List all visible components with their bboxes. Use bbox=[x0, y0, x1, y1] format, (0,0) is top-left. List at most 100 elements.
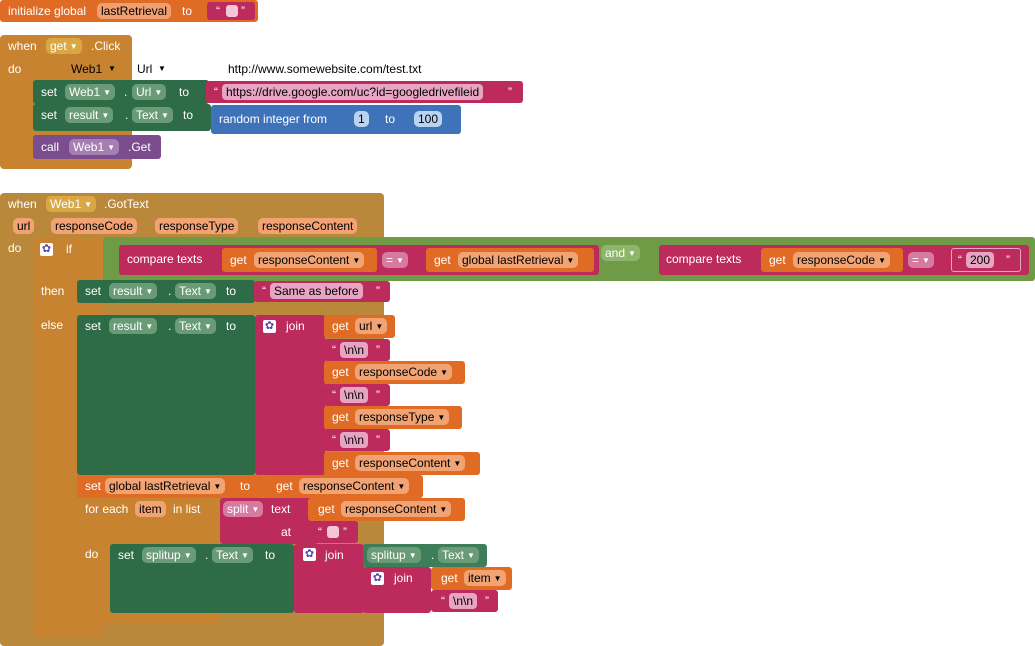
get-global-lastretrieval-block[interactable]: get global lastRetrieval ▼ bbox=[426, 248, 594, 272]
in-list-label: in list bbox=[173, 502, 201, 516]
get-url-block[interactable]: get url ▼ bbox=[324, 315, 395, 338]
newline-string-field[interactable]: \n\n bbox=[340, 342, 369, 358]
random-from-field[interactable]: 1 bbox=[354, 111, 369, 127]
same-as-before-field[interactable]: Same as before bbox=[270, 283, 363, 299]
call-web1-get-block[interactable]: call Web1 ▼ .Get bbox=[33, 135, 161, 159]
join-block[interactable]: ✿ join bbox=[294, 544, 364, 613]
random-integer-block[interactable]: random integer from 1 to 100 bbox=[211, 105, 461, 134]
operator-dropdown[interactable]: = ▼ bbox=[908, 252, 934, 268]
global-name-field[interactable]: lastRetrieval bbox=[97, 3, 172, 19]
param-url[interactable]: url bbox=[13, 218, 35, 234]
split-label: split bbox=[227, 502, 249, 516]
get-response-code-block[interactable]: get responseCode ▼ bbox=[761, 248, 903, 272]
empty-string-block[interactable]: “ ” bbox=[310, 521, 358, 543]
variable-dropdown[interactable]: global lastRetrieval ▼ bbox=[458, 252, 579, 268]
get-item-block[interactable]: get item ▼ bbox=[431, 567, 512, 590]
gear-icon[interactable]: ✿ bbox=[40, 243, 53, 256]
get-response-content-block[interactable]: get responseContent ▼ bbox=[222, 248, 377, 272]
variable-dropdown[interactable]: responseContent ▼ bbox=[299, 478, 410, 494]
variable-dropdown[interactable]: url ▼ bbox=[355, 318, 388, 334]
join-block-inner[interactable]: ✿ join bbox=[363, 567, 431, 613]
join-block[interactable]: ✿ join bbox=[255, 315, 325, 475]
component-dropdown[interactable]: Web1 ▼ bbox=[65, 84, 116, 100]
compare-texts-block-1[interactable]: compare texts get responseContent ▼ = ▼ ge… bbox=[119, 245, 599, 275]
string-200-field[interactable]: 200 bbox=[966, 252, 995, 268]
chevron-down-icon: ▼ bbox=[204, 322, 212, 331]
newline-string-block[interactable]: “ \n\n ” bbox=[324, 384, 390, 406]
property-dropdown[interactable]: Text ▼ bbox=[175, 318, 216, 334]
variable-dropdown[interactable]: responseCode ▼ bbox=[793, 252, 890, 268]
variable-dropdown[interactable]: responseContent ▼ bbox=[341, 501, 452, 517]
empty-string-block[interactable]: “ ” bbox=[207, 2, 255, 20]
variable-dropdown[interactable]: responseType ▼ bbox=[355, 409, 450, 425]
split-block[interactable]: split ▼ text at bbox=[220, 498, 318, 544]
loop-variable-field[interactable]: item bbox=[135, 501, 166, 517]
quote-open: “ bbox=[332, 433, 336, 447]
component-dropdown[interactable]: splitup ▼ bbox=[142, 547, 196, 563]
component-dropdown[interactable]: Web1 ▼ bbox=[69, 139, 120, 155]
random-max-field[interactable]: 100 bbox=[414, 111, 443, 127]
gear-icon[interactable]: ✿ bbox=[263, 320, 276, 333]
get-label: get bbox=[332, 365, 349, 379]
component-dropdown[interactable]: splitup ▼ bbox=[367, 547, 421, 563]
variable-dropdown[interactable]: global lastRetrieval ▼ bbox=[105, 478, 226, 494]
get-responsetype-block[interactable]: get responseType ▼ bbox=[324, 406, 462, 429]
variable-dropdown[interactable]: item ▼ bbox=[464, 570, 506, 586]
splitup-text-getter-block[interactable]: splitup ▼ . Text ▼ bbox=[363, 544, 487, 567]
initialize-global-label: initialize global bbox=[8, 4, 87, 18]
initialize-global-block[interactable]: initialize global lastRetrieval to “ ” bbox=[0, 0, 258, 22]
url-string-field[interactable]: https://drive.google.com/uc?id=googledri… bbox=[222, 84, 484, 100]
property-dropdown[interactable]: Text ▼ bbox=[438, 547, 479, 563]
same-as-before-string-block[interactable]: “ Same as before ” bbox=[254, 281, 390, 302]
gottext-component-dropdown[interactable]: Web1 ▼ bbox=[46, 196, 97, 212]
property-dropdown[interactable]: Text ▼ bbox=[175, 283, 216, 299]
param-responsecode[interactable]: responseCode bbox=[51, 218, 138, 234]
get-responsecontent-block[interactable]: get responseContent ▼ bbox=[263, 475, 423, 498]
get-responsecode-block[interactable]: get responseCode ▼ bbox=[324, 361, 465, 384]
get-label: get bbox=[332, 456, 349, 470]
to-label: to bbox=[265, 548, 276, 562]
click-component-dropdown[interactable]: get ▼ bbox=[46, 38, 82, 54]
empty-string-field[interactable] bbox=[226, 5, 238, 17]
split-dropdown[interactable]: split ▼ bbox=[223, 501, 264, 517]
property-dropdown[interactable]: Text ▼ bbox=[132, 107, 173, 123]
param-responsecontent[interactable]: responseContent bbox=[258, 218, 358, 234]
operator-dropdown[interactable]: = ▼ bbox=[382, 252, 408, 268]
gear-icon[interactable]: ✿ bbox=[371, 572, 384, 585]
set-global-lastretrieval-block[interactable]: set global lastRetrieval ▼ to bbox=[77, 475, 263, 498]
component-dropdown[interactable]: result ▼ bbox=[109, 318, 158, 334]
param-responsetype[interactable]: responseType bbox=[155, 218, 239, 234]
set-result-text-block[interactable]: set result ▼ . Text ▼ to bbox=[33, 104, 211, 131]
newline-string-field[interactable]: \n\n bbox=[449, 593, 478, 609]
component-name: result bbox=[113, 284, 143, 298]
then-set-result-block[interactable]: set result ▼ . Text ▼ to bbox=[77, 280, 255, 303]
chevron-down-icon: ▼ bbox=[453, 459, 462, 468]
set-splitup-text-block[interactable]: set splitup ▼ . Text ▼ to bbox=[110, 544, 294, 613]
url-string-block[interactable]: “ https://drive.google.com/uc?id=googled… bbox=[206, 81, 523, 103]
property-dropdown[interactable]: Text ▼ bbox=[212, 547, 253, 563]
and-operator-dropdown[interactable]: and ▼ bbox=[601, 245, 640, 261]
component-dropdown[interactable]: result ▼ bbox=[109, 283, 158, 299]
empty-string-field[interactable] bbox=[327, 526, 339, 538]
compare-texts-block-2[interactable]: compare texts get responseCode ▼ = ▼ “ 200… bbox=[659, 245, 1029, 275]
variable-dropdown[interactable]: responseContent ▼ bbox=[254, 252, 365, 268]
newline-string-field[interactable]: \n\n bbox=[340, 432, 369, 448]
newline-string-block[interactable]: “ \n\n ” bbox=[324, 339, 390, 361]
string-200-block[interactable]: “ 200 ” bbox=[951, 248, 1021, 272]
chevron-down-icon: ▼ bbox=[103, 88, 112, 97]
dot-label: . bbox=[168, 319, 172, 333]
component-dropdown[interactable]: result ▼ bbox=[65, 107, 114, 123]
gear-icon[interactable]: ✿ bbox=[303, 548, 316, 561]
else-set-result-block[interactable]: set result ▼ . Text ▼ to bbox=[77, 315, 255, 475]
variable-dropdown[interactable]: responseContent ▼ bbox=[355, 455, 466, 471]
newline-string-block[interactable]: “ \n\n ” bbox=[431, 590, 498, 612]
get-responsecontent-block[interactable]: get responseContent ▼ bbox=[324, 452, 480, 475]
set-label: set bbox=[85, 479, 102, 493]
set-web1-url-block[interactable]: set Web1 ▼ . Url ▼ to bbox=[33, 80, 209, 104]
variable-dropdown[interactable]: responseCode ▼ bbox=[355, 364, 452, 380]
newline-string-field[interactable]: \n\n bbox=[340, 387, 369, 403]
get-responsecontent-block[interactable]: get responseContent ▼ bbox=[308, 498, 465, 521]
property-dropdown[interactable]: Url ▼ bbox=[132, 84, 167, 100]
dot-label: . bbox=[431, 548, 435, 562]
newline-string-block[interactable]: “ \n\n ” bbox=[324, 429, 390, 451]
